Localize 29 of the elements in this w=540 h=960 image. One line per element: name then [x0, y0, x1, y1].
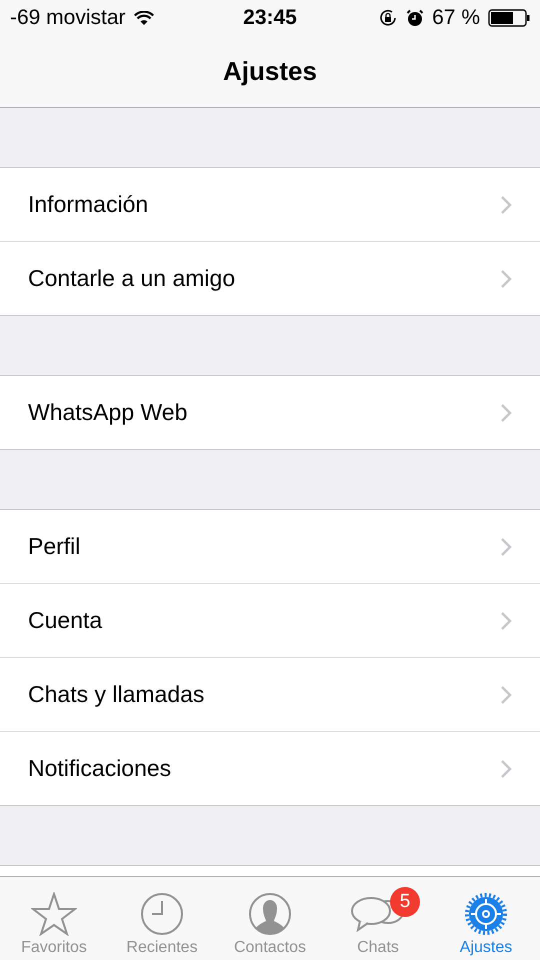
battery-icon	[488, 9, 530, 27]
settings-icon	[464, 892, 508, 936]
star-icon	[31, 892, 77, 936]
carrier-text: -69 movistar	[10, 6, 126, 30]
chevron-icon	[500, 684, 512, 704]
chevron-icon	[500, 268, 512, 288]
tab-button[interactable]: Ajustes	[432, 877, 540, 960]
wifi-icon	[134, 10, 154, 26]
rotation-lock-icon	[378, 8, 398, 28]
settings-row[interactable]: Perfil	[0, 510, 540, 584]
screen-title: Ajustes	[223, 56, 317, 87]
settings-row[interactable]: Chats y llamadas	[0, 658, 540, 732]
chevron-icon	[500, 536, 512, 556]
settings-row[interactable]: Cuenta	[0, 584, 540, 658]
chevron-icon	[500, 194, 512, 214]
clock-icon	[140, 892, 184, 936]
chevron-icon	[500, 610, 512, 630]
contact-icon	[248, 892, 292, 936]
settings-row[interactable]: Información	[0, 168, 540, 242]
chevron-icon	[500, 758, 512, 778]
settings-row[interactable]: WhatsApp Web	[0, 376, 540, 449]
battery-percent: 67 %	[432, 6, 480, 30]
settings-row[interactable]: Notificaciones	[0, 732, 540, 805]
chevron-icon	[500, 402, 512, 422]
tab-button[interactable]: 5 Chats	[324, 877, 432, 960]
unread-badge: 5	[390, 887, 420, 917]
clock-time: 23:45	[243, 6, 297, 30]
alarm-icon	[406, 9, 424, 27]
settings-row[interactable]: Contarle a un amigo	[0, 242, 540, 315]
